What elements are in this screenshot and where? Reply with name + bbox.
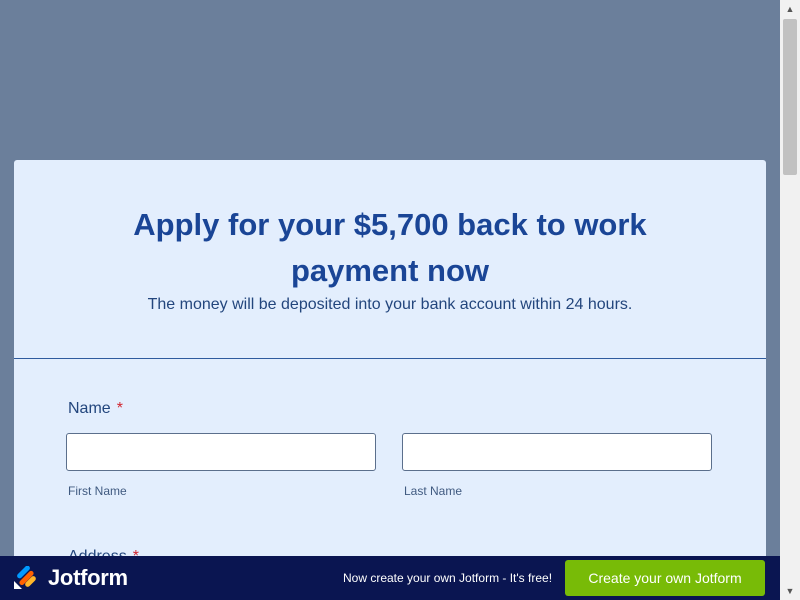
jotform-logo[interactable]: Jotform — [13, 565, 128, 590]
promo-text: Now create your own Jotform - It's free! — [343, 571, 553, 585]
form-card: Apply for your $5,700 back to work payme… — [14, 160, 766, 600]
scroll-down-arrow-icon[interactable]: ▼ — [780, 582, 800, 600]
last-name-sublabel: Last Name — [404, 484, 463, 498]
scroll-up-arrow-icon[interactable]: ▲ — [780, 0, 800, 18]
first-name-sublabel: First Name — [68, 484, 127, 498]
required-asterisk: * — [116, 400, 123, 417]
jotform-logo-icon — [13, 565, 37, 590]
name-label-text: Name — [68, 400, 111, 417]
jotform-promo-bar: Jotform Now create your own Jotform - It… — [0, 556, 780, 600]
create-jotform-button[interactable]: Create your own Jotform — [565, 560, 765, 596]
first-name-input[interactable] — [66, 433, 376, 471]
name-field-label: Name * — [68, 400, 123, 418]
page-scrollbar[interactable]: ▲ ▼ — [780, 0, 800, 600]
jotform-logo-text: Jotform — [48, 565, 128, 590]
last-name-input[interactable] — [402, 433, 712, 471]
form-title: Apply for your $5,700 back to work payme… — [133, 207, 647, 288]
form-subtitle: The money will be deposited into your ba… — [147, 296, 633, 313]
form-header: Apply for your $5,700 back to work payme… — [14, 160, 766, 359]
scrollbar-thumb[interactable] — [783, 19, 797, 175]
